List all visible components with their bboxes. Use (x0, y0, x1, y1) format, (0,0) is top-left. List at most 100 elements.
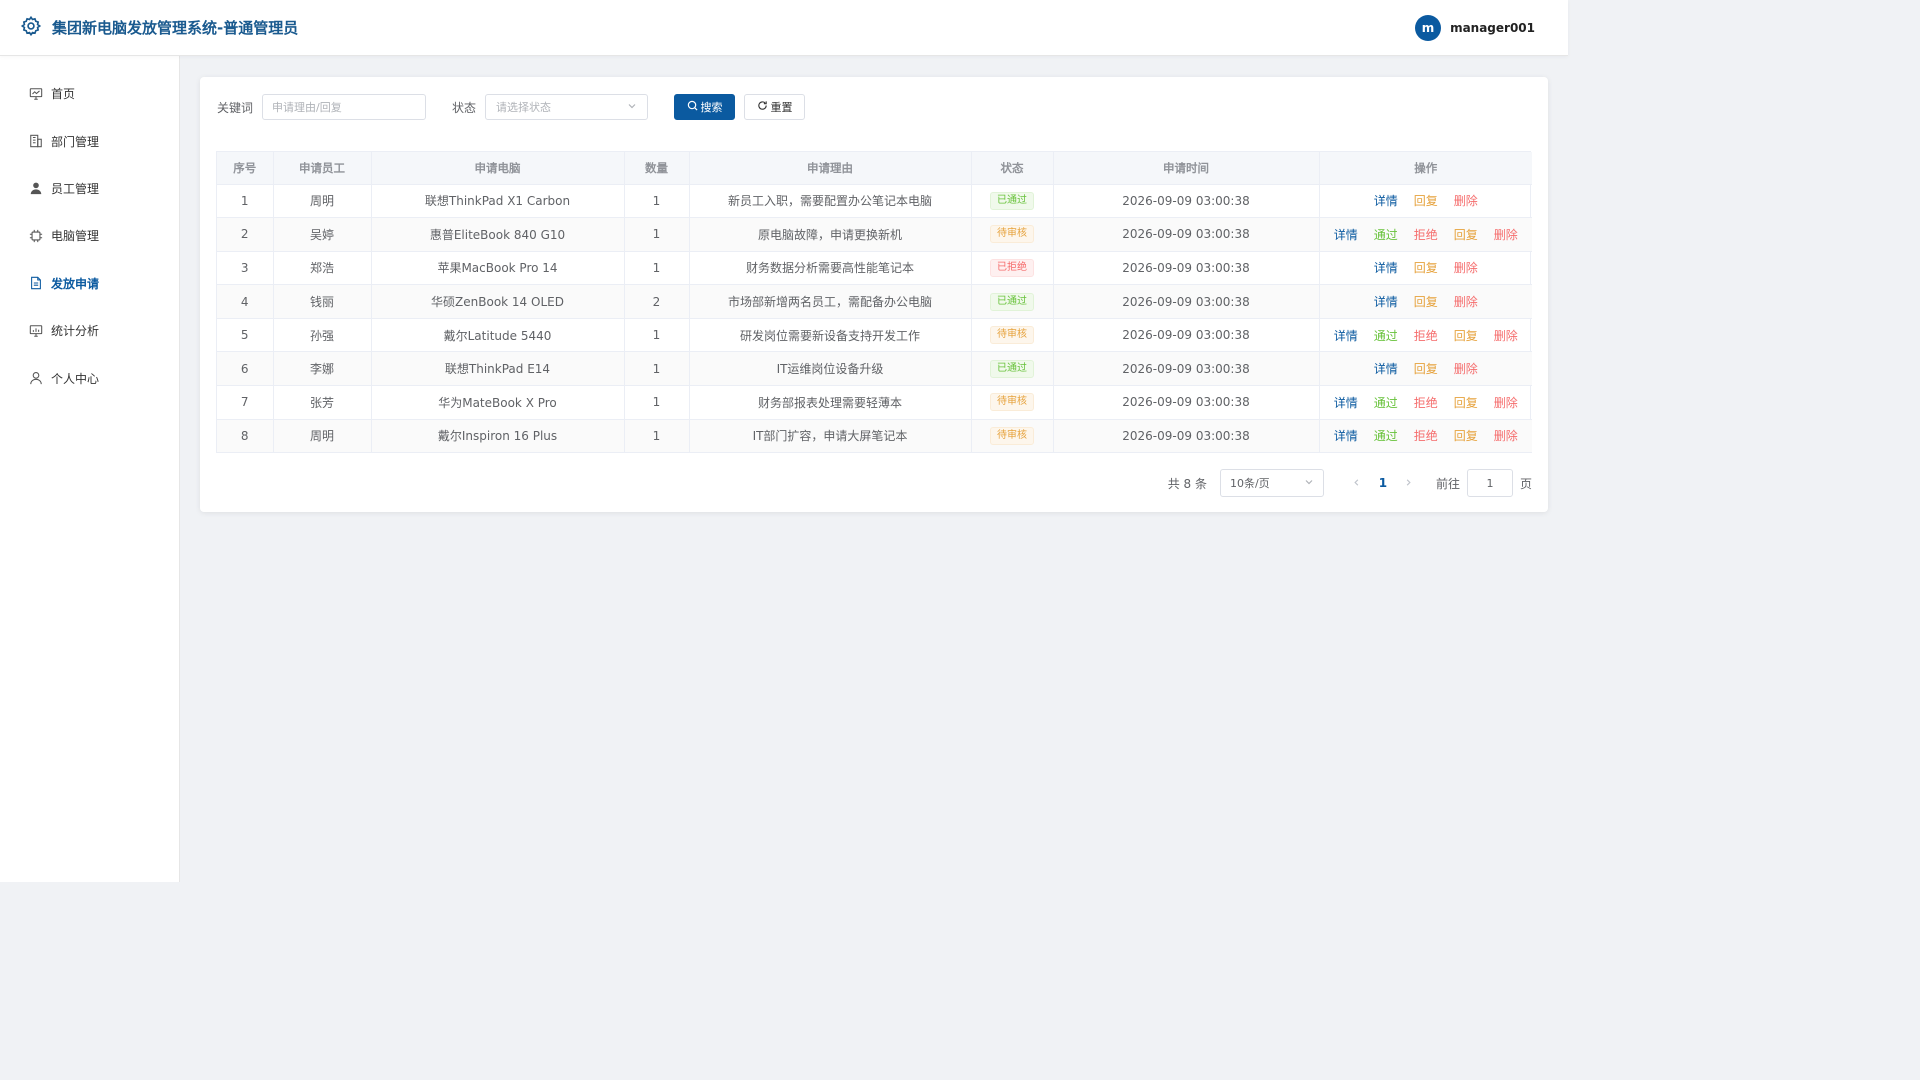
prev-page-button[interactable] (1344, 476, 1370, 490)
table-row: 7 张芳 华为MateBook X Pro 1 财务部报表处理需要轻薄本 待审核 2026-… (217, 385, 1532, 420)
row-actions: 详情 通过 拒绝 回复 删除 (1320, 226, 1533, 243)
detail-link[interactable]: 详情 (1374, 293, 1398, 310)
sidebar-item-label: 统计分析 (51, 324, 100, 339)
detail-link[interactable]: 详情 (1334, 427, 1358, 444)
cpu-icon (29, 229, 43, 243)
column-header: 数量 (624, 152, 690, 185)
status-badge: 待审核 (990, 225, 1034, 244)
cell-time: 2026-09-09 03:00:38 (1053, 318, 1320, 353)
cell-qty: 1 (624, 184, 690, 219)
row-actions: 详情 通过 拒绝 回复 删除 (1320, 427, 1533, 444)
sidebar-item-application[interactable]: 发放申请 (0, 260, 179, 307)
reply-link[interactable]: 回复 (1454, 394, 1478, 411)
status-badge: 待审核 (990, 326, 1034, 345)
reject-link[interactable]: 拒绝 (1414, 394, 1438, 411)
cell-status: 待审核 (971, 217, 1054, 252)
page-suffix: 页 (1519, 476, 1532, 491)
keyword-label: 关键词 (217, 100, 254, 115)
person-icon (29, 371, 43, 385)
delete-link[interactable]: 删除 (1494, 427, 1518, 444)
page-number[interactable]: 1 (1370, 476, 1396, 490)
reply-link[interactable]: 回复 (1414, 360, 1438, 377)
application-list-card: 关键词 状态 请选择状态 搜索 重置 (200, 77, 1548, 512)
sidebar-item-label: 个人中心 (51, 371, 100, 386)
goto-page-input[interactable] (1466, 469, 1513, 497)
sidebar-item-profile[interactable]: 个人中心 (0, 354, 179, 401)
reply-link[interactable]: 回复 (1454, 427, 1478, 444)
reply-link[interactable]: 回复 (1454, 327, 1478, 344)
column-header: 申请员工 (273, 152, 372, 185)
pass-link[interactable]: 通过 (1374, 226, 1398, 243)
status-badge: 已拒绝 (990, 258, 1034, 277)
pagination-total: 共 8 条 (1167, 476, 1207, 491)
cell-actions: 详情 回复 删除 (1319, 251, 1532, 286)
cell-no: 6 (217, 351, 274, 387)
row-actions: 详情 回复 删除 (1320, 360, 1533, 377)
sidebar-item-statistics[interactable]: 统计分析 (0, 307, 179, 354)
detail-link[interactable]: 详情 (1334, 226, 1358, 243)
delete-link[interactable]: 删除 (1454, 192, 1478, 209)
cell-no: 5 (217, 318, 274, 353)
cell-reason: 新员工入职，需要配置办公笔记本电脑 (689, 184, 972, 219)
detail-link[interactable]: 详情 (1374, 192, 1398, 209)
sidebar-item-employee[interactable]: 员工管理 (0, 165, 179, 212)
cell-employee: 钱丽 (273, 284, 372, 319)
application-table: 序号 申请员工 申请电脑 数量 申请理由 状态 申请时间 操作 1 周明 联想Thi… (216, 151, 1533, 454)
sidebar-item-computer[interactable]: 电脑管理 (0, 212, 179, 259)
reply-link[interactable]: 回复 (1414, 259, 1438, 276)
refresh-icon (757, 100, 768, 114)
next-page-button[interactable] (1396, 476, 1422, 490)
detail-link[interactable]: 详情 (1334, 394, 1358, 411)
detail-link[interactable]: 详情 (1334, 327, 1358, 344)
pass-link[interactable]: 通过 (1374, 327, 1398, 344)
pass-link[interactable]: 通过 (1374, 427, 1398, 444)
detail-link[interactable]: 详情 (1374, 259, 1398, 276)
status-badge: 待审核 (990, 426, 1034, 445)
delete-link[interactable]: 删除 (1454, 360, 1478, 377)
reject-link[interactable]: 拒绝 (1414, 427, 1438, 444)
sidebar-item-department[interactable]: 部门管理 (0, 117, 179, 164)
reply-link[interactable]: 回复 (1414, 192, 1438, 209)
table-row: 8 周明 戴尔Inspiron 16 Plus 1 IT部门扩容，申请大屏笔记本 待审核 2… (217, 419, 1533, 454)
cell-status: 待审核 (971, 318, 1054, 353)
reset-button[interactable]: 重置 (744, 94, 806, 120)
sidebar-item-home[interactable]: 首页 (0, 70, 179, 117)
username[interactable]: manager001 (1450, 21, 1535, 35)
table-row: 5 孙强 戴尔Latitude 5440 1 研发岗位需要新设备支持开发工作 待审核 202… (217, 318, 1533, 353)
filter-bar: 关键词 状态 请选择状态 搜索 重置 (217, 94, 806, 120)
pass-link[interactable]: 通过 (1374, 394, 1398, 411)
status-badge: 待审核 (990, 393, 1034, 412)
user-icon (29, 181, 43, 195)
user-menu[interactable]: m manager001 (1415, 14, 1535, 41)
reply-link[interactable]: 回复 (1454, 226, 1478, 243)
row-actions: 详情 通过 拒绝 回复 删除 (1320, 327, 1533, 344)
delete-link[interactable]: 删除 (1494, 394, 1518, 411)
app-title: 集团新电脑发放管理系统-普通管理员 (52, 19, 299, 37)
detail-link[interactable]: 详情 (1374, 360, 1398, 377)
cell-qty: 1 (624, 419, 690, 454)
search-button[interactable]: 搜索 (674, 94, 736, 120)
sidebar-item-label: 部门管理 (51, 134, 100, 149)
cell-computer: 华硕ZenBook 14 OLED (371, 284, 625, 319)
table-header-row: 序号 申请员工 申请电脑 数量 申请理由 状态 申请时间 操作 (217, 152, 1532, 185)
column-header: 申请理由 (689, 152, 972, 185)
keyword-input[interactable] (262, 94, 427, 120)
reject-link[interactable]: 拒绝 (1414, 226, 1438, 243)
delete-link[interactable]: 删除 (1494, 327, 1518, 344)
delete-link[interactable]: 删除 (1494, 226, 1518, 243)
delete-link[interactable]: 删除 (1454, 259, 1478, 276)
reply-link[interactable]: 回复 (1414, 293, 1438, 310)
cell-time: 2026-09-09 03:00:38 (1053, 385, 1320, 420)
status-label: 状态 (452, 100, 477, 115)
avatar[interactable]: m (1415, 14, 1442, 41)
search-icon (687, 100, 698, 114)
row-actions: 详情 回复 删除 (1320, 192, 1533, 209)
cell-computer: 联想ThinkPad E14 (371, 351, 625, 387)
status-select[interactable]: 请选择状态 (485, 94, 649, 120)
page-size-select[interactable]: 10条/页 (1219, 469, 1324, 497)
delete-link[interactable]: 删除 (1454, 293, 1478, 310)
reject-link[interactable]: 拒绝 (1414, 327, 1438, 344)
cell-no: 1 (217, 184, 274, 219)
cell-time: 2026-09-09 03:00:38 (1053, 184, 1320, 219)
cell-time: 2026-09-09 03:00:38 (1053, 217, 1320, 252)
